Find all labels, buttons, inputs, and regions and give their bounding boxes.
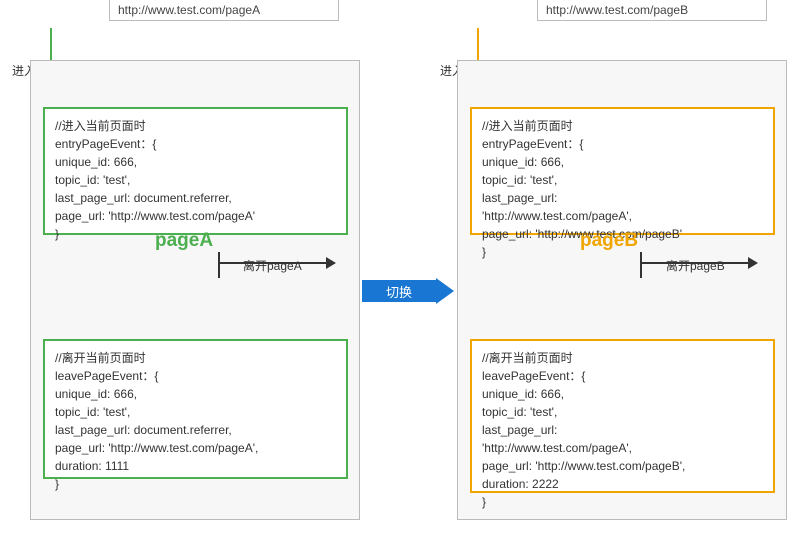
page-b-title: pageB bbox=[580, 230, 638, 252]
page-b-panel: //进入当前页面时 entryPageEvent：{ unique_id: 66… bbox=[457, 60, 787, 520]
switch-label: 切换 bbox=[362, 280, 436, 302]
url-bar-b: http://www.test.com/pageB bbox=[537, 0, 767, 21]
page-a-title: pageA bbox=[155, 230, 213, 252]
leave-arrow-b bbox=[640, 252, 760, 282]
leave-event-code-b: //离开当前页面时 leavePageEvent：{ unique_id: 66… bbox=[470, 339, 775, 493]
arrow-right-icon bbox=[436, 278, 454, 304]
entry-event-code-a: //进入当前页面时 entryPageEvent：{ unique_id: 66… bbox=[43, 107, 348, 235]
leave-arrow-a bbox=[218, 252, 338, 282]
url-bar-a: http://www.test.com/pageA bbox=[109, 0, 339, 21]
switch-arrow: 切换 bbox=[362, 278, 456, 304]
entry-event-code-b: //进入当前页面时 entryPageEvent：{ unique_id: 66… bbox=[470, 107, 775, 235]
leave-event-code-a: //离开当前页面时 leavePageEvent：{ unique_id: 66… bbox=[43, 339, 348, 479]
page-a-panel: //进入当前页面时 entryPageEvent：{ unique_id: 66… bbox=[30, 60, 360, 520]
